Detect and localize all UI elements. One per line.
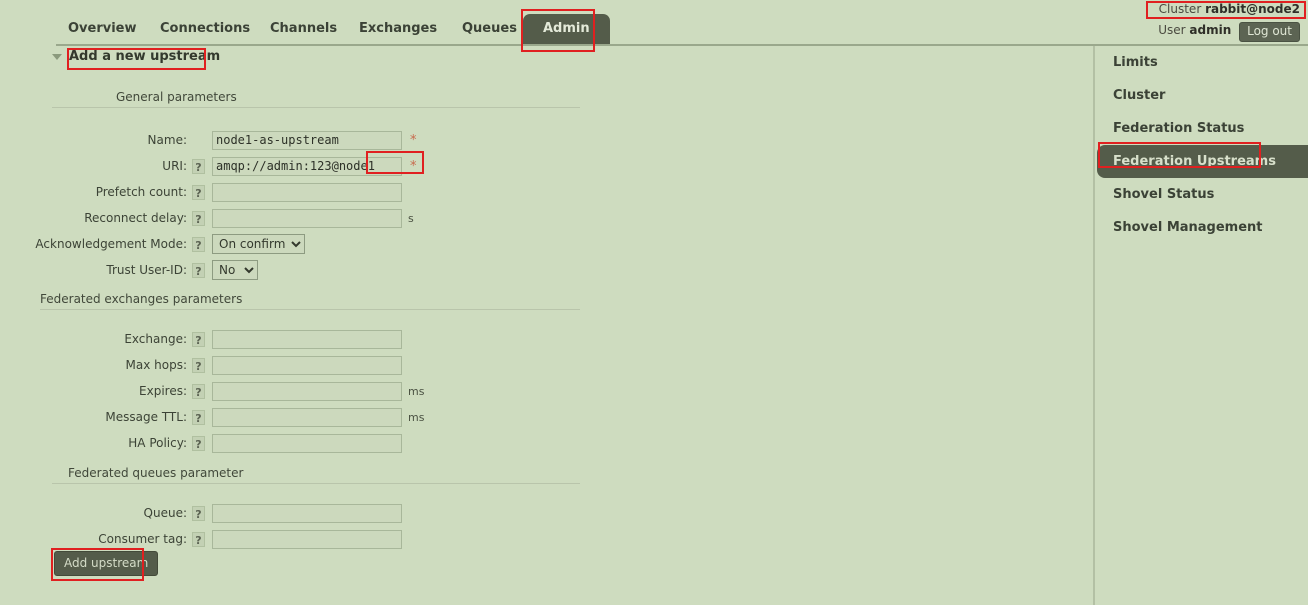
label-reconnectdelay: Reconnect delay: [84,211,187,225]
form-row-acknowledgementmode: Acknowledgement Mode:? On confirmOn publi… [12,233,305,255]
form-row-queue: Queue:? [12,502,402,524]
sidebar-item-federation-upstreams[interactable]: Federation Upstreams [1097,145,1308,178]
help-icon-messagettl[interactable]: ? [192,409,205,425]
help-icon-reconnectdelay[interactable]: ? [192,210,205,226]
required-marker-name: * [410,132,417,148]
tab-connections[interactable]: Connections [148,14,262,44]
select-acknowledgementmode[interactable]: On confirmOn publishNo ack [212,234,305,254]
form-row-maxhops: Max hops:? [12,354,402,376]
label-exchange: Exchange: [124,332,187,346]
help-icon-uri[interactable]: ? [192,158,205,174]
form-row-name: Name:?* [12,129,417,151]
help-icon-expires[interactable]: ? [192,383,205,399]
tab-queues[interactable]: Queues [450,14,529,44]
main-tab-bar: Overview Connections Channels Exchanges Queu… [0,14,1308,45]
help-icon-exchange[interactable]: ? [192,331,205,347]
unit-expires: ms [408,384,425,398]
unit-reconnectdelay: s [408,211,414,225]
input-prefetchcount[interactable] [212,182,402,202]
tab-admin[interactable]: Admin [523,14,610,45]
input-queue[interactable] [212,503,402,523]
sidebar-item-shovel-status[interactable]: Shovel Status [1095,178,1308,211]
form-row-exchange: Exchange:? [12,328,402,350]
label-maxhops: Max hops: [125,358,187,372]
help-icon-acknowledgementmode[interactable]: ? [192,236,205,252]
help-icon-queue[interactable]: ? [192,505,205,521]
section-label-0: General parameters [116,90,237,104]
input-exchange[interactable] [212,329,402,349]
form-row-prefetchcount: Prefetch count:? [12,181,402,203]
label-prefetchcount: Prefetch count: [95,185,187,199]
tab-channels[interactable]: Channels [258,14,349,44]
form-row-expires: Expires:? ms [12,380,424,402]
label-name: Name: [147,133,187,147]
help-icon-maxhops[interactable]: ? [192,357,205,373]
form-row-trustuserid: Trust User-ID:? NoYes [12,259,258,281]
input-hapolicy[interactable] [212,433,402,453]
help-icon-hapolicy[interactable]: ? [192,435,205,451]
label-uri: URI: [162,159,187,173]
required-marker-uri: * [410,158,417,174]
form-row-messagettl: Message TTL:? ms [12,406,424,428]
input-messagettl[interactable] [212,407,402,427]
sidebar-item-cluster[interactable]: Cluster [1095,79,1308,112]
select-trustuserid[interactable]: NoYes [212,260,258,280]
form-row-consumertag: Consumer tag:? [12,528,402,550]
input-reconnectdelay[interactable] [212,208,402,228]
form-row-uri: URI:? * [12,155,417,177]
input-uri[interactable] [212,156,402,176]
label-messagettl: Message TTL: [105,410,187,424]
help-icon-consumertag[interactable]: ? [192,531,205,547]
input-expires[interactable] [212,381,402,401]
form-heading-row: Add a new upstream [52,49,220,64]
input-name[interactable] [212,130,402,150]
sidebar-item-federation-status[interactable]: Federation Status [1095,112,1308,145]
label-trustuserid: Trust User-ID: [106,263,187,277]
collapse-triangle-icon[interactable] [52,53,62,60]
section-rule-2 [52,483,580,484]
label-consumertag: Consumer tag: [98,532,187,546]
input-maxhops[interactable] [212,355,402,375]
label-queue: Queue: [143,506,187,520]
page-title: Add a new upstream [69,49,221,64]
section-rule-1 [40,309,580,310]
section-label-2: Federated queues parameter [68,466,244,480]
label-hapolicy: HA Policy: [128,436,187,450]
form-row-hapolicy: HA Policy:? [12,432,402,454]
main-content: Add a new upstream General parameters Nam… [0,46,1093,605]
section-rule-0 [52,107,580,108]
input-consumertag[interactable] [212,529,402,549]
add-upstream-button[interactable]: Add upstream [54,551,159,576]
sidebar-item-shovel-management[interactable]: Shovel Management [1095,211,1308,244]
admin-sidebar: Limits Cluster Federation Status Federation… [1093,46,1308,605]
tab-overview[interactable]: Overview [56,14,149,44]
form-row-reconnectdelay: Reconnect delay:? s [12,207,414,229]
label-acknowledgementmode: Acknowledgement Mode: [35,237,187,251]
help-icon-prefetchcount[interactable]: ? [192,184,205,200]
sidebar-item-limits[interactable]: Limits [1095,46,1308,79]
section-label-1: Federated exchanges parameters [40,292,243,306]
help-icon-trustuserid[interactable]: ? [192,262,205,278]
unit-messagettl: ms [408,410,425,424]
label-expires: Expires: [139,384,187,398]
tab-exchanges[interactable]: Exchanges [347,14,449,44]
